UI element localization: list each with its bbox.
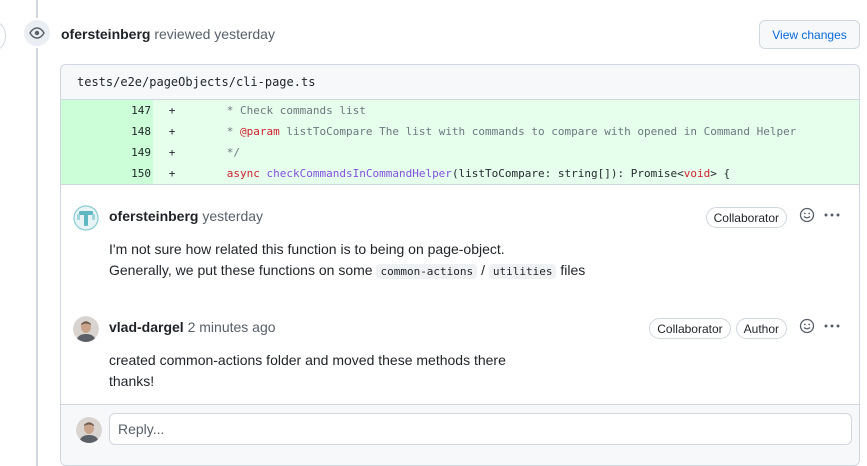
comment-author[interactable]: vlad-dargel [109,319,184,335]
reply-area [61,404,859,465]
collaborator-badge: Collaborator [705,207,787,228]
reply-input[interactable] [109,413,852,445]
diff-sign: + [168,104,176,117]
comment-line: created common-actions folder and moved … [109,352,506,368]
review-header: ofersteinberg reviewed yesterday [61,26,275,42]
avatar [76,417,102,443]
view-changes-button[interactable]: View changes [759,20,860,49]
kebab-icon[interactable] [823,207,841,228]
diff-code: * @param listToCompare The list with com… [226,125,797,138]
comment-badges: Collaborator [705,207,787,228]
file-path[interactable]: tests/e2e/pageObjects/cli-page.ts [61,65,859,100]
line-number[interactable]: 149 [61,142,153,163]
diff-line: 149 + */ [61,142,859,163]
eye-icon [22,18,52,48]
comment-actions [799,318,841,339]
comment-line: Generally, we put these functions on som… [109,260,585,282]
diff-code: async checkCommandsInCommandHelper(listT… [226,167,731,180]
comment-text: files [560,262,586,278]
smiley-icon[interactable] [799,207,815,228]
comment-body: I'm not sure how related this function i… [109,239,585,282]
inline-code: utilities [488,264,557,279]
comment-author[interactable]: ofersteinberg [109,208,198,224]
comment-line: thanks! [109,373,155,389]
review-action: reviewed yesterday [154,26,275,42]
comment-text: Generally, we put these functions on som… [109,262,373,278]
diff-hunk: 147 + * Check commands list 148 + * @param … [61,100,859,184]
diff-line: 150 + async checkCommandsInCommandHelper(… [61,163,859,184]
diff-sign: + [168,146,176,159]
comment-badges: Collaborator Author [649,318,787,339]
review-thread: tests/e2e/pageObjects/cli-page.ts 147 + *… [60,64,860,466]
previous-avatar-edge [0,22,6,50]
line-number[interactable]: 148 [61,121,153,142]
line-number[interactable]: 150 [61,163,153,184]
kebab-icon[interactable] [823,318,841,339]
line-number[interactable]: 147 [61,100,153,121]
avatar[interactable] [73,316,99,342]
comment-line: I'm not sure how related this function i… [109,241,505,257]
diff-code: */ [226,146,240,159]
comment-text: / [481,262,485,278]
diff-sign: + [168,167,176,180]
author-badge: Author [735,318,787,339]
inline-code: common-actions [376,264,478,279]
diff-line: 147 + * Check commands list [61,100,859,121]
comment-body: created common-actions folder and moved … [109,350,506,392]
review-author[interactable]: ofersteinberg [61,26,150,42]
comment-header: ofersteinberg yesterday [109,208,263,224]
diff-sign: + [168,125,176,138]
comment: vlad-dargel 2 minutes ago Collaborator A… [61,296,859,402]
comment-time[interactable]: yesterday [202,208,263,224]
diff-code: * Check commands list [226,104,366,117]
diff-line: 148 + * @param listToCompare The list wit… [61,121,859,142]
avatar[interactable] [73,205,99,231]
smiley-icon[interactable] [799,318,815,339]
collaborator-badge: Collaborator [649,318,731,339]
comment-actions [799,207,841,228]
comment-header: vlad-dargel 2 minutes ago [109,319,276,335]
timeline-line [36,0,38,466]
comment: ofersteinberg yesterday Collaborator I'm… [61,185,859,296]
comment-time[interactable]: 2 minutes ago [188,319,276,335]
comment-list: ofersteinberg yesterday Collaborator I'm… [61,184,859,402]
